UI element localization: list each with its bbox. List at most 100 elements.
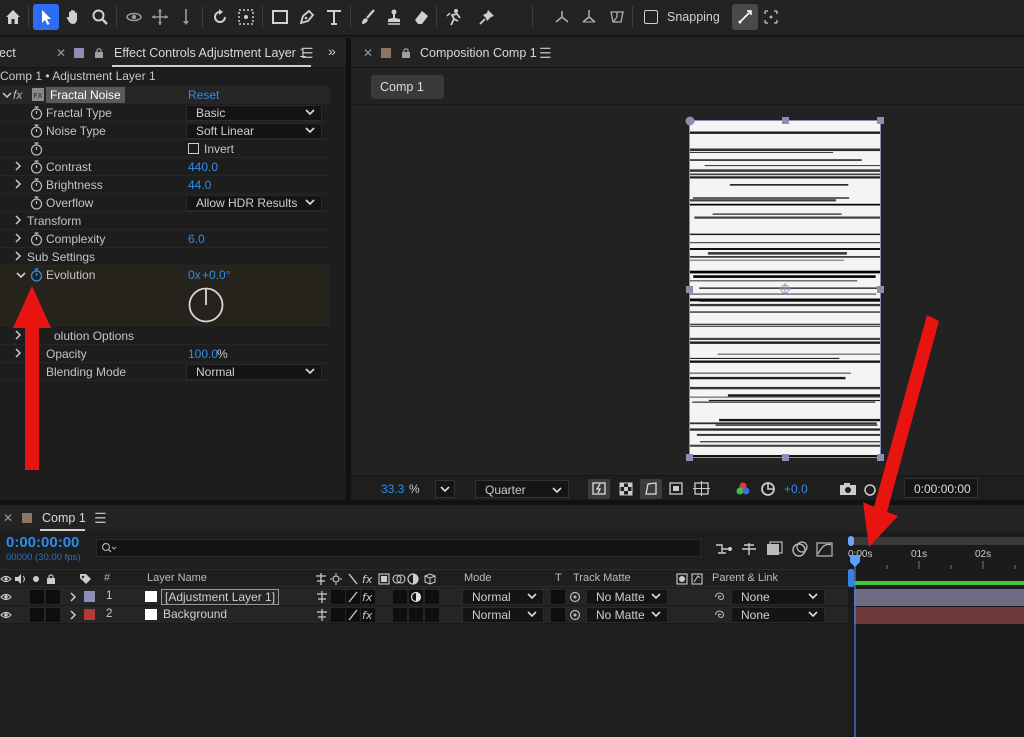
collapse-switch[interactable] [331,608,345,622]
contrast-value[interactable]: 440.0 [188,160,218,174]
evolution-angle-dial[interactable] [187,286,225,324]
blend-mode-dropdown[interactable]: Normal [462,607,544,623]
solo-switch[interactable] [30,608,44,622]
stopwatch-icon[interactable] [30,178,43,192]
adjustment-layer-switch[interactable] [409,590,423,604]
motion-blur-switch[interactable] [393,608,407,622]
pan-camera-icon[interactable] [147,4,173,30]
timeline-tab[interactable]: Comp 1 [42,511,86,525]
matte-pickwhip-icon[interactable] [569,609,582,621]
fractal-type-dropdown[interactable]: Basic [186,105,322,121]
panel-menu-icon[interactable]: ☰ [539,45,552,62]
rotate-tool-icon[interactable] [207,4,233,30]
exposure-value[interactable]: +0.0 [784,482,808,496]
twirl-closed-icon[interactable] [14,330,22,340]
current-time-display[interactable]: 0:00:00:00 [6,534,79,551]
layer-name[interactable]: [Adjustment Layer 1] [161,589,280,605]
brush-tool-icon[interactable] [355,4,381,30]
fx-badge[interactable]: fx [13,88,22,102]
show-snapshot-icon[interactable] [861,479,877,499]
current-time-indicator[interactable] [848,555,862,737]
evolution-options-row[interactable]: olution Options [0,327,330,345]
snapping-checkbox[interactable] [644,10,658,24]
lock-switch[interactable] [46,608,60,622]
evolution-revolutions[interactable]: 0x [188,268,201,282]
orbit-camera-icon[interactable] [121,4,147,30]
twirl-open-icon[interactable] [2,90,12,100]
current-time-field[interactable]: 0:00:00:00 [904,478,978,498]
stopwatch-icon[interactable] [30,142,43,156]
label-color-swatch[interactable] [84,591,95,602]
color-channels-icon[interactable] [732,479,754,499]
stopwatch-icon[interactable] [30,232,43,246]
composition-mini-flowchart-icon[interactable] [714,541,734,557]
home-icon[interactable] [0,4,26,30]
stopwatch-icon[interactable] [30,106,43,120]
twirl-closed-icon[interactable] [14,179,22,189]
pen-tool-icon[interactable] [294,4,320,30]
parent-pickwhip-icon[interactable] [713,609,726,621]
shy-switch-icon[interactable] [316,591,328,603]
parent-dropdown[interactable]: None [731,607,825,623]
panel-menu-icon[interactable]: ☰ [94,510,107,527]
close-icon[interactable]: ✕ [363,46,373,60]
hand-tool-icon[interactable] [60,4,86,30]
twirl-closed-icon[interactable] [14,251,22,261]
time-navigator[interactable] [848,537,1024,545]
eraser-icon[interactable] [408,4,434,30]
twirl-closed-icon[interactable] [69,610,77,620]
transparency-grid-icon[interactable] [615,479,637,499]
layer-2-duration-bar[interactable] [854,607,1024,624]
snap-options-icon[interactable] [758,4,784,30]
stopwatch-icon[interactable] [30,160,43,174]
time-navigator-start[interactable] [848,536,854,546]
preserve-transparency-switch[interactable] [551,608,565,622]
composition-tab[interactable]: Composition Comp 1 [420,46,537,60]
brightness-value[interactable]: 44.0 [188,178,211,192]
world-axis-icon[interactable] [576,4,602,30]
stopwatch-icon[interactable] [30,124,43,138]
lock-switch[interactable] [46,590,60,604]
matte-pickwhip-icon[interactable] [569,591,582,603]
zoom-tool-icon[interactable] [87,4,113,30]
effect-switch[interactable]: fx [361,608,375,622]
lock-icon[interactable] [401,47,411,59]
transform-row[interactable]: Transform [0,212,330,230]
expand-panels-icon[interactable]: » [328,43,336,59]
twirl-closed-icon[interactable] [14,215,22,225]
dolly-camera-icon[interactable] [173,4,199,30]
video-visibility-icon[interactable] [0,610,12,620]
twirl-open-icon[interactable] [16,270,26,280]
effect-switch[interactable]: fx [361,590,375,604]
parent-pickwhip-icon[interactable] [713,591,726,603]
preserve-transparency-switch[interactable] [551,590,565,604]
time-graph[interactable]: 0:00s 01s 02s [848,533,1024,737]
stopwatch-icon[interactable] [30,196,43,210]
local-axis-icon[interactable] [549,4,575,30]
layer-row-1[interactable]: 1 [Adjustment Layer 1] fx Normal No Matte Non… [0,588,848,606]
stopwatch-active-icon[interactable] [30,268,43,282]
frame-blending-icon[interactable] [790,540,810,558]
layer-1-duration-bar[interactable] [854,589,1024,606]
track-matte-dropdown[interactable]: No Matte [586,589,668,605]
parent-dropdown[interactable]: None [731,589,825,605]
sub-settings-row[interactable]: Sub Settings [0,248,330,266]
draft-3d-icon[interactable] [739,541,759,557]
overflow-dropdown[interactable]: Allow HDR Results [186,195,322,211]
region-of-interest-icon[interactable] [665,479,687,499]
solo-switch[interactable] [30,590,44,604]
noise-type-dropdown[interactable]: Soft Linear [186,123,322,139]
reset-exposure-icon[interactable] [757,479,779,499]
reset-link[interactable]: Reset [188,88,219,102]
blending-mode-dropdown[interactable]: Normal [186,364,322,380]
zoom-value[interactable]: 33.3 [381,482,404,496]
quality-switch[interactable] [346,590,360,604]
invert-checkbox[interactable] [188,143,199,154]
clone-stamp-icon[interactable] [381,4,407,30]
track-matte-dropdown[interactable]: No Matte [586,607,668,623]
comp-breadcrumb-button[interactable]: Comp 1 [371,75,444,99]
effect-header-row[interactable]: fx FX Fractal Noise Reset [0,86,330,104]
video-visibility-icon[interactable] [0,592,12,602]
collapse-switch[interactable] [331,590,345,604]
puppet-pin-icon[interactable] [474,4,500,30]
